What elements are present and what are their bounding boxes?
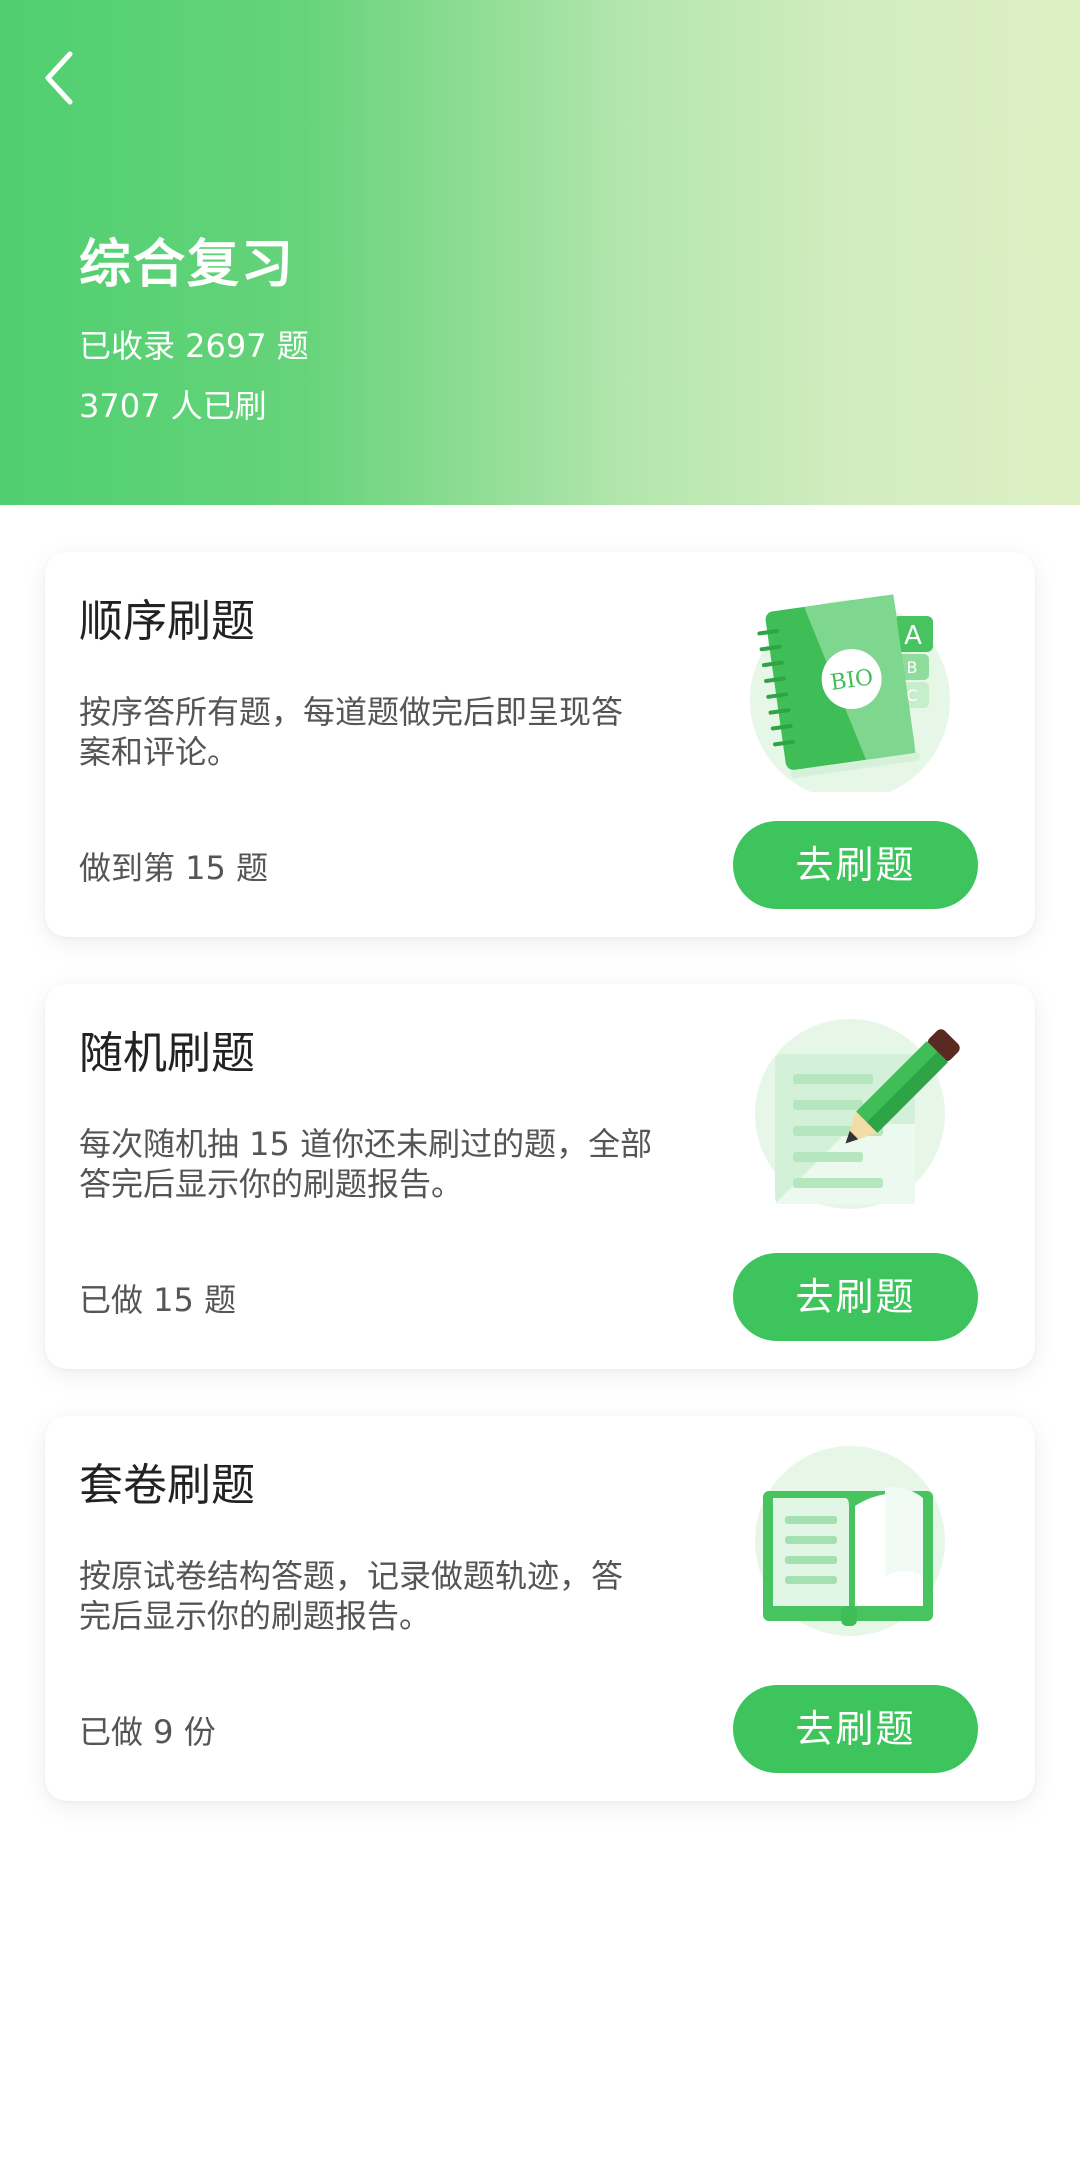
card-title: 随机刷题	[79, 1028, 255, 1079]
participant-count: 3707 人已刷	[79, 387, 267, 425]
tab-letter-b: B	[907, 658, 918, 677]
open-book-icon	[745, 1436, 995, 1656]
pencil-paper-icon	[745, 1004, 995, 1224]
card-description-line: 每次随机抽 15 道你还未刷过的题，全部	[79, 1125, 653, 1163]
card-description-line: 按序答所有题，每道题做完后即呈现答	[79, 693, 624, 731]
sequential-practice-card[interactable]: 顺序刷题 按序答所有题，每道题做完后即呈现答 案和评论。 做到第 15 题 去刷…	[45, 552, 1035, 937]
card-title: 套卷刷题	[79, 1460, 255, 1511]
card-progress: 已做 15 题	[79, 1281, 237, 1319]
header-banner: 综合复习 已收录 2697 题 3707 人已刷	[0, 0, 1080, 505]
card-description-line: 答完后显示你的刷题报告。	[79, 1165, 464, 1203]
card-progress: 已做 9 份	[79, 1713, 216, 1751]
back-button[interactable]	[28, 46, 92, 110]
card-description-line: 案和评论。	[79, 733, 240, 771]
go-practice-button[interactable]: 去刷题	[733, 1253, 978, 1341]
paper-practice-card[interactable]: 套卷刷题 按原试卷结构答题，记录做题轨迹，答 完后显示你的刷题报告。 已做 9 …	[45, 1416, 1035, 1801]
chevron-left-icon	[45, 51, 73, 105]
go-practice-button[interactable]: 去刷题	[733, 1685, 978, 1773]
page-title: 综合复习	[79, 235, 296, 295]
review-page: 综合复习 已收录 2697 题 3707 人已刷 顺序刷题 按序答所有题，每道题…	[0, 0, 1080, 2166]
collected-count: 已收录 2697 题	[79, 327, 309, 365]
card-description: 每次随机抽 15 道你还未刷过的题，全部 答完后显示你的刷题报告。	[79, 1124, 679, 1204]
card-title: 顺序刷题	[79, 596, 255, 647]
tab-letter-a: A	[904, 621, 922, 651]
bio-notebook-icon: A B C BIO	[745, 572, 995, 800]
random-practice-card[interactable]: 随机刷题 每次随机抽 15 道你还未刷过的题，全部 答完后显示你的刷题报告。 已…	[45, 984, 1035, 1369]
card-description-line: 按原试卷结构答题，记录做题轨迹，答	[79, 1557, 624, 1595]
card-description: 按序答所有题，每道题做完后即呈现答 案和评论。	[79, 692, 679, 772]
go-practice-button[interactable]: 去刷题	[733, 821, 978, 909]
card-description: 按原试卷结构答题，记录做题轨迹，答 完后显示你的刷题报告。	[79, 1556, 679, 1636]
card-progress: 做到第 15 题	[79, 849, 269, 887]
card-description-line: 完后显示你的刷题报告。	[79, 1597, 432, 1635]
